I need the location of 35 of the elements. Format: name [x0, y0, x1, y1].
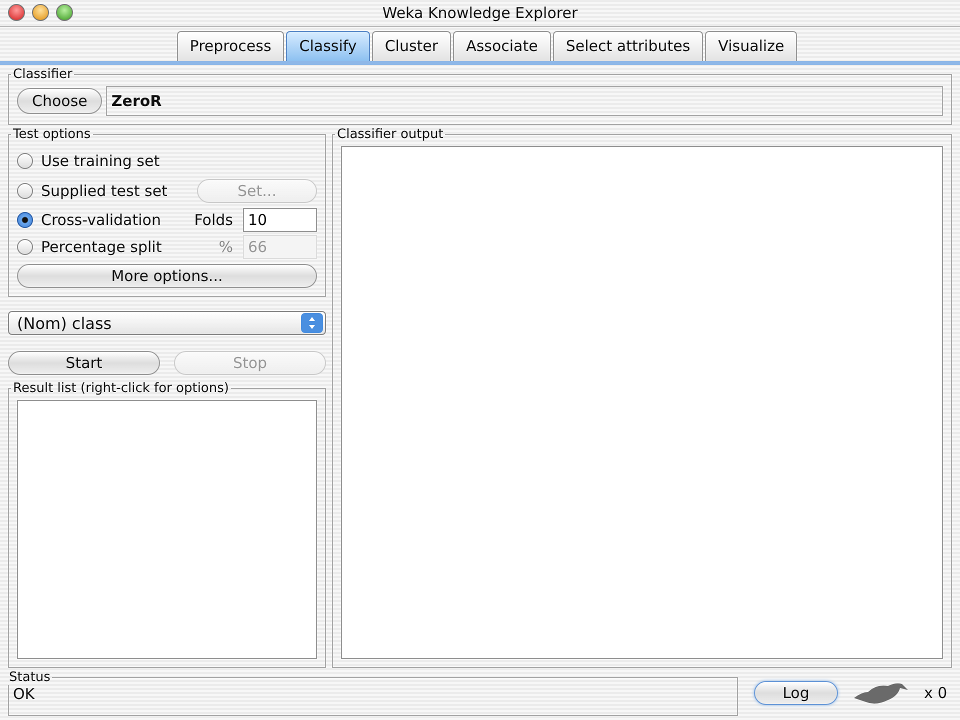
- option-label: Supplied test set: [41, 182, 168, 200]
- radio-button[interactable]: [17, 212, 33, 228]
- input-field[interactable]: 10: [243, 208, 317, 232]
- radio-button[interactable]: [17, 183, 33, 199]
- classifier-field[interactable]: ZeroR: [106, 86, 943, 116]
- radio-button[interactable]: [17, 238, 33, 254]
- group-title: Test options: [12, 127, 92, 142]
- stepper-icon: [301, 313, 323, 333]
- status-text: OK: [13, 685, 35, 703]
- minimize-icon[interactable]: [32, 4, 49, 21]
- group-title: Classifier: [12, 67, 74, 82]
- tab[interactable]: Select attributes: [552, 31, 704, 61]
- option-label: Use training set: [41, 152, 160, 170]
- group-title: Status: [8, 670, 52, 685]
- task-count: x 0: [924, 684, 948, 702]
- choose-button[interactable]: Choose: [17, 88, 102, 114]
- tab[interactable]: Cluster: [372, 31, 452, 61]
- option-label: Cross-validation: [41, 210, 161, 228]
- tab[interactable]: Associate: [453, 31, 551, 61]
- tab[interactable]: Preprocess: [176, 31, 284, 61]
- action-button[interactable]: Start: [8, 351, 160, 375]
- class-dropdown[interactable]: (Nom) class: [8, 311, 326, 335]
- field-label: Folds: [194, 210, 233, 228]
- log-button[interactable]: Log: [754, 681, 838, 705]
- group-title: Classifier output: [336, 127, 444, 142]
- field-label: %: [218, 238, 233, 256]
- tab[interactable]: Classify: [286, 31, 370, 61]
- option-label: Percentage split: [41, 238, 162, 256]
- zoom-icon[interactable]: [56, 4, 73, 21]
- close-icon[interactable]: [8, 4, 25, 21]
- more-options-button[interactable]: More options...: [17, 264, 317, 288]
- radio-button[interactable]: [17, 153, 33, 169]
- group-title: Result list (right-click for options): [12, 381, 230, 396]
- tab[interactable]: Visualize: [705, 31, 798, 61]
- window-title: Weka Knowledge Explorer: [382, 4, 578, 22]
